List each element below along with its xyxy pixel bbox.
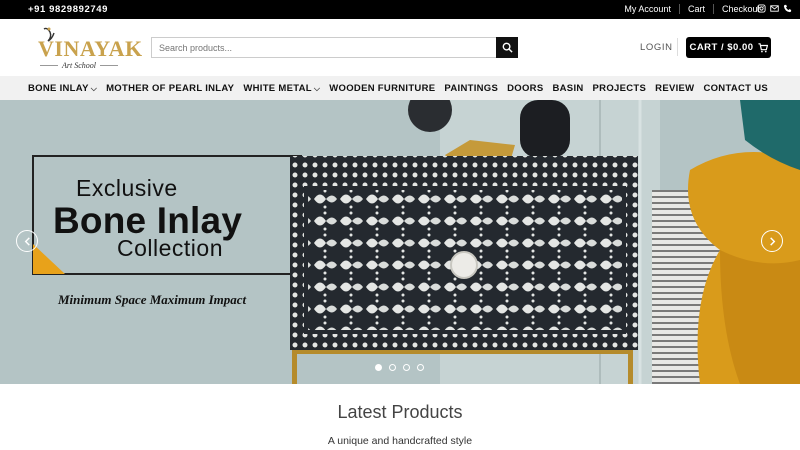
main-nav: BONE INLAY ⌵ MOTHER OF PEARL INLAY WHITE …: [0, 76, 800, 100]
hero-line-1: Exclusive: [76, 175, 178, 201]
cart-icon: [757, 42, 768, 52]
slider-prev-button[interactable]: [16, 230, 38, 252]
nav-item-bone-inlay[interactable]: BONE INLAY ⌵: [28, 83, 97, 94]
slider-next-button[interactable]: [761, 230, 783, 252]
nav-item-projects[interactable]: PROJECTS: [593, 83, 647, 94]
slider-dot-4[interactable]: [417, 364, 424, 371]
email-icon[interactable]: [770, 4, 779, 13]
slider-dot-2[interactable]: [389, 364, 396, 371]
chevron-right-icon: [769, 236, 775, 246]
slider-dot-1[interactable]: [375, 364, 382, 371]
slider-dots: [375, 364, 424, 371]
cart-label: CART / $0.00: [689, 42, 754, 53]
search-icon: [502, 42, 513, 53]
social-icons: [757, 4, 792, 13]
logo-text: VINAYAK: [38, 36, 143, 61]
top-bar: +91 9829892749 My Account Cart Checkout: [0, 0, 800, 19]
search-input[interactable]: [152, 38, 497, 57]
site-header: VINAYAK Art School LOGIN CART / $0.00: [0, 19, 800, 76]
chevron-down-icon: ⌵: [313, 83, 321, 93]
nav-item-review[interactable]: REVIEW: [655, 83, 694, 94]
login-link[interactable]: LOGIN: [640, 42, 673, 53]
logo-rule-left: [40, 65, 58, 66]
section-subtitle: A unique and handcrafted style: [327, 435, 473, 447]
cart-link[interactable]: Cart: [678, 4, 713, 14]
nav-item-white-metal[interactable]: WHITE METAL ⌵: [243, 83, 320, 94]
hero-line-3: Collection: [117, 235, 223, 261]
header-divider: [677, 38, 678, 56]
phone-number[interactable]: +91 9829892749: [28, 4, 108, 15]
site-logo[interactable]: VINAYAK Art School: [38, 23, 142, 71]
search-button[interactable]: [496, 37, 518, 58]
nav-item-basin[interactable]: BASIN: [552, 83, 583, 94]
nav-item-paintings[interactable]: PAINTINGS: [444, 83, 498, 94]
nav-item-contact-us[interactable]: CONTACT US: [703, 83, 768, 94]
chevron-left-icon: [24, 236, 30, 246]
instagram-icon[interactable]: [757, 4, 766, 13]
logo-subtitle: Art School: [62, 61, 96, 70]
my-account-link[interactable]: My Account: [616, 4, 679, 14]
cart-button[interactable]: CART / $0.00: [686, 37, 771, 58]
hero-tagline: Minimum Space Maximum Impact: [58, 292, 247, 307]
slider-dot-3[interactable]: [403, 364, 410, 371]
phone-icon[interactable]: [783, 4, 792, 13]
nav-list: BONE INLAY ⌵ MOTHER OF PEARL INLAY WHITE …: [28, 83, 777, 94]
search-box: [151, 37, 518, 58]
logo-rule-right: [100, 65, 118, 66]
section-title: Latest Products: [337, 402, 463, 422]
account-links: My Account Cart Checkout: [616, 4, 768, 14]
hero-caption: Exclusive Bone Inlay Collection Minimum …: [0, 100, 320, 384]
nav-item-mother-of-pearl-inlay[interactable]: MOTHER OF PEARL INLAY: [106, 83, 234, 94]
chevron-down-icon: ⌵: [90, 83, 98, 93]
nav-item-wooden-furniture[interactable]: WOODEN FURNITURE: [329, 83, 435, 94]
nav-item-doors[interactable]: DOORS: [507, 83, 543, 94]
hero-slider: Exclusive Bone Inlay Collection Minimum …: [0, 100, 800, 384]
